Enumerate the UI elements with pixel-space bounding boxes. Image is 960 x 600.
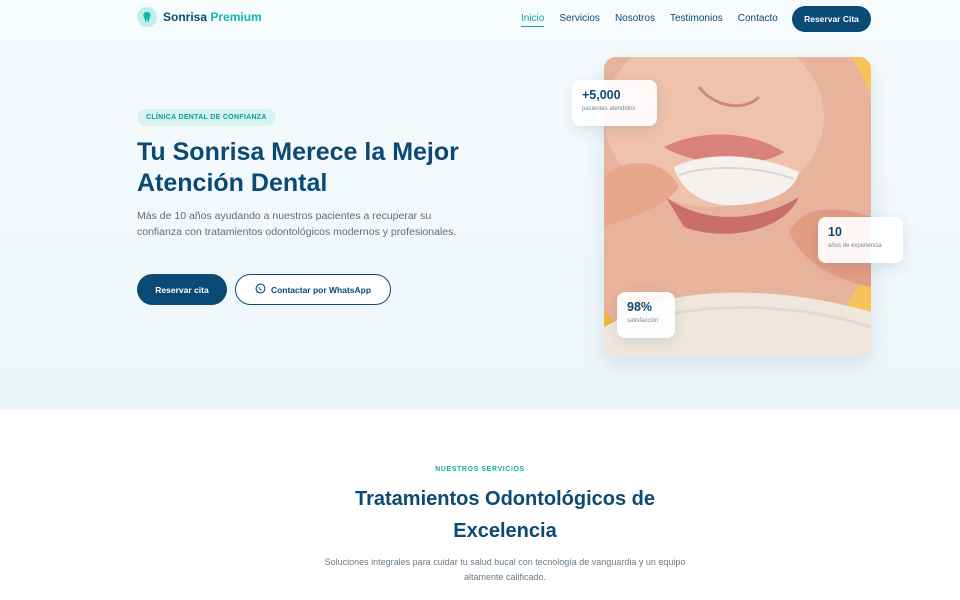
brand-logo[interactable]: Sonrisa Premium bbox=[137, 7, 262, 27]
reservar-cita-button[interactable]: Reservar cita bbox=[137, 274, 227, 305]
stat-value-patients: +5,000 bbox=[582, 88, 621, 102]
whatsapp-contact-button[interactable]: Contactar por WhatsApp bbox=[235, 274, 391, 305]
stat-label-patients: pacientes atendidos bbox=[582, 106, 636, 112]
stat-label-satisfaction: satisfacción bbox=[627, 318, 659, 324]
tooth-icon bbox=[137, 7, 157, 27]
hero-title: Tu Sonrisa Merece la Mejor Atención Dent… bbox=[137, 138, 459, 197]
nav-reservar-cita-button[interactable]: Reservar Cita bbox=[792, 6, 871, 32]
whatsapp-button-label: Contactar por WhatsApp bbox=[270, 284, 372, 295]
nav-link-nosotros[interactable]: Nosotros bbox=[615, 13, 655, 27]
stat-card-patients: +5,000 pacientes atendidos bbox=[572, 80, 657, 126]
nav-link-servicios[interactable]: Servicios bbox=[559, 13, 600, 27]
top-navbar: Sonrisa Premium Inicio Servicios Nosotro… bbox=[0, 0, 960, 38]
services-title: Tratamientos Odontológicos de Excelencia bbox=[354, 488, 656, 542]
nav-link-testimonios[interactable]: Testimonios bbox=[670, 13, 723, 27]
brand-name: Sonrisa Premium bbox=[163, 10, 262, 24]
brand-accent: Premium bbox=[210, 10, 262, 24]
stat-value-satisfaction: 98% bbox=[627, 300, 653, 314]
nav-link-contacto[interactable]: Contacto bbox=[738, 13, 778, 27]
hero-description: Más de 10 años ayudando a nuestros pacie… bbox=[137, 210, 457, 238]
services-eyebrow: NUESTROS SERVICIOS bbox=[435, 466, 525, 473]
stat-card-satisfaction: 98% satisfacción bbox=[617, 292, 675, 338]
stat-value-experience: 10 bbox=[828, 225, 842, 239]
stat-label-experience: años de experiencia bbox=[828, 243, 882, 249]
hero-badge: CLÍNICA DENTAL DE CONFIANZA bbox=[137, 109, 276, 126]
stat-card-experience: 10 años de experiencia bbox=[818, 217, 903, 263]
whatsapp-icon bbox=[255, 283, 266, 296]
nav-links: Inicio Servicios Nosotros Testimonios Co… bbox=[521, 13, 778, 27]
nav-link-inicio[interactable]: Inicio bbox=[521, 13, 545, 27]
services-description: Soluciones integrales para cuidar tu sal… bbox=[324, 557, 686, 582]
